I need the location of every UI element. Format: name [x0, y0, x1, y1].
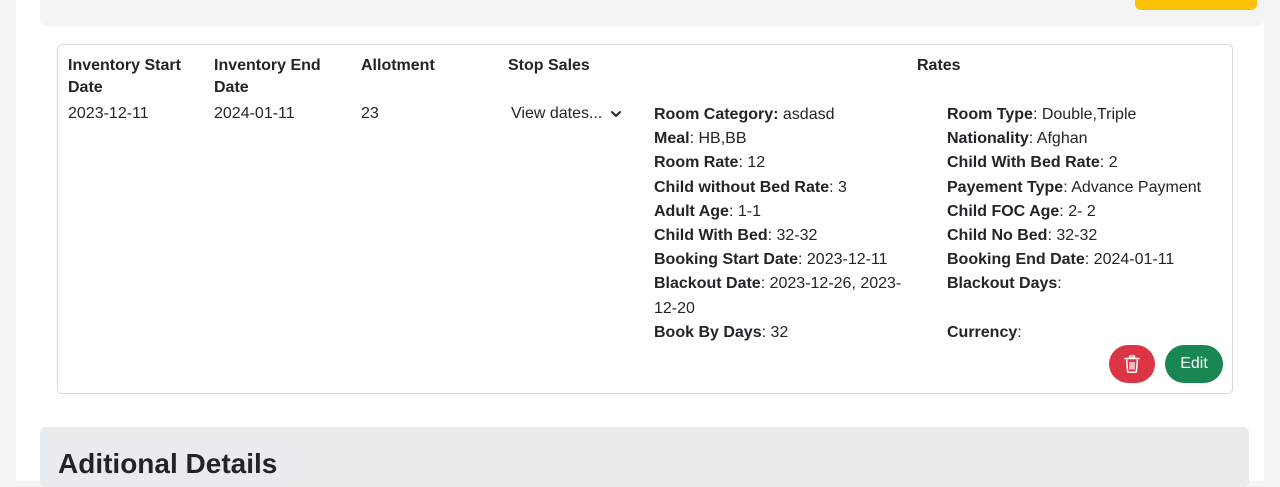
rate-child-with-bed-rate: Child With Bed Rate: 2 — [947, 154, 1118, 172]
rate-child-with-bed: Child With Bed: 32-32 — [654, 227, 818, 245]
cell-inventory-start: 2023-12-11 — [68, 105, 149, 122]
rate-payment-type: Payement Type: Advance Payment — [947, 178, 1202, 196]
rate-room-type: Room Type: Double,Triple — [947, 106, 1137, 123]
rate-booking-end-date: Booking End Date: 2024-01-11 — [947, 251, 1175, 269]
rates-left-column: Room Category: asdasd Meal: HB,BB Room R… — [654, 103, 901, 345]
rate-blackout-date-cont: 12-20 — [654, 299, 695, 317]
header-allotment: Allotment — [361, 57, 435, 74]
header-inventory-end: Inventory End Date — [214, 55, 321, 99]
header-inventory-end-line2: Date — [214, 79, 249, 96]
rate-booking-start-date: Booking Start Date: 2023-12-11 — [654, 251, 888, 269]
rate-book-by-days: Book By Days: 32 — [654, 323, 789, 341]
cell-allotment: 23 — [361, 105, 379, 122]
chevron-down-icon — [611, 111, 622, 117]
rates-right-column: Room Type: Double,Triple Nationality: Af… — [947, 103, 1201, 345]
header-inventory-start: Inventory Start Date — [68, 55, 181, 99]
header-inventory-start-line1: Inventory Start — [68, 57, 181, 74]
additional-details-panel: Aditional Details — [40, 427, 1249, 487]
delete-button[interactable] — [1109, 345, 1155, 383]
rate-adult-age: Adult Age: 1-1 — [654, 202, 761, 220]
rate-meal: Meal: HB,BB — [654, 130, 747, 148]
rate-room-rate: Room Rate: 12 — [654, 154, 766, 172]
rate-currency: Currency: — [947, 323, 1022, 341]
rate-spacer — [947, 297, 1201, 321]
rate-child-foc-age: Child FOC Age: 2- 2 — [947, 202, 1096, 220]
rate-blackout-days: Blackout Days: — [947, 275, 1062, 293]
page-container: Inventory Start Date Inventory End Date … — [16, 0, 1264, 487]
stop-sales-dropdown-label: View dates... — [511, 105, 603, 122]
stop-sales-dropdown[interactable]: View dates... — [511, 103, 622, 125]
rate-room-category: Room Category: asdasd — [654, 106, 835, 123]
inventory-card: Inventory Start Date Inventory End Date … — [57, 44, 1233, 394]
rate-blackout-date: Blackout Date: 2023-12-26, 2023- — [654, 275, 902, 293]
cell-inventory-end: 2024-01-11 — [214, 105, 295, 122]
header-rates: Rates — [917, 57, 961, 74]
rate-nationality: Nationality: Afghan — [947, 130, 1088, 148]
top-action-button[interactable] — [1135, 0, 1257, 10]
header-stop-sales: Stop Sales — [508, 57, 590, 74]
trash-icon — [1124, 355, 1140, 373]
rate-child-no-bed: Child No Bed: 32-32 — [947, 227, 1098, 245]
additional-details-title: Aditional Details — [58, 448, 278, 479]
rate-child-without-bed-rate: Child without Bed Rate: 3 — [654, 178, 847, 196]
edit-button[interactable]: Edit — [1165, 345, 1223, 383]
header-inventory-end-line1: Inventory End — [214, 57, 321, 74]
top-panel — [40, 0, 1264, 26]
header-inventory-start-line2: Date — [68, 79, 103, 96]
